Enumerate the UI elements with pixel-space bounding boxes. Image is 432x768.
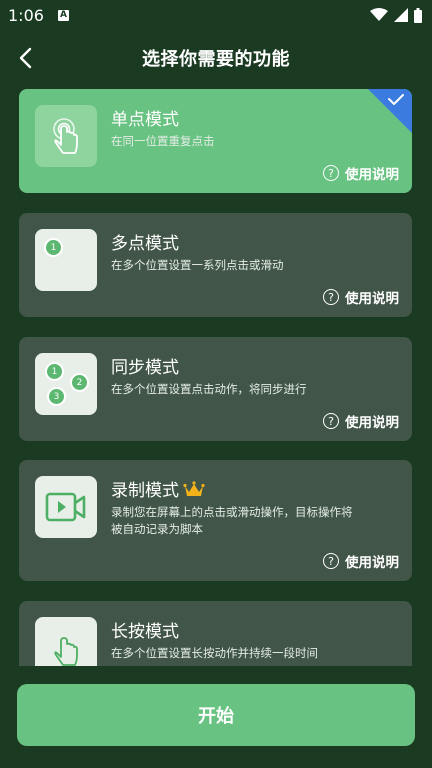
question-icon: ?: [323, 413, 339, 429]
question-icon: ?: [323, 553, 339, 569]
mode-description: 在多个位置设置长按动作并持续一段时间: [111, 646, 318, 660]
help-link[interactable]: ? 使用说明: [323, 551, 399, 571]
mode-name: 多点模式: [111, 234, 179, 254]
notification-icon: A: [57, 9, 69, 21]
help-link[interactable]: ? 使用说明: [323, 287, 399, 307]
start-button[interactable]: 开始: [17, 684, 415, 746]
signal-icon: [394, 8, 408, 22]
mode-name: 录制模式: [111, 476, 205, 501]
long-press-thumbnail: [35, 617, 97, 666]
video-camera-icon: [45, 492, 86, 522]
mode-card-long-press[interactable]: 长按模式 在多个位置设置长按动作并持续一段时间: [19, 601, 412, 666]
single-point-thumbnail: [35, 105, 97, 167]
mode-card-single-point[interactable]: 单点模式 在同一位置重复点击 ? 使用说明: [19, 89, 412, 193]
point-marker-1: 1: [44, 238, 63, 257]
question-icon: ?: [323, 165, 339, 181]
mode-list[interactable]: 单点模式 在同一位置重复点击 ? 使用说明 1 多点模式 在多个位置设置一系列点…: [0, 88, 432, 666]
question-icon: ?: [323, 289, 339, 305]
mode-name: 单点模式: [111, 110, 179, 130]
header: 选择你需要的功能: [0, 38, 432, 78]
selected-check-icon: [368, 89, 412, 133]
wifi-icon: [370, 8, 388, 21]
back-arrow-icon[interactable]: [14, 46, 38, 70]
multi-point-thumbnail: 1: [35, 229, 97, 291]
record-thumbnail: [35, 476, 97, 538]
help-link[interactable]: ? 使用说明: [323, 411, 399, 431]
point-marker-3: 3: [47, 387, 66, 406]
point-marker-2: 2: [70, 373, 89, 392]
tap-hand-icon: [53, 118, 78, 154]
mode-name: 同步模式: [111, 358, 179, 378]
mode-description: 录制您在屏幕上的点击或滑动操作，目标操作将被自动记录为脚本: [111, 505, 353, 536]
mode-name: 长按模式: [111, 622, 179, 642]
help-link[interactable]: ? 使用说明: [323, 163, 399, 183]
battery-icon: [414, 7, 422, 23]
mode-description: 在同一位置重复点击: [111, 134, 215, 148]
sync-thumbnail: 1 2 3: [35, 353, 97, 415]
status-time: 1:06: [8, 5, 44, 25]
mode-description: 在多个位置设置一系列点击或滑动: [111, 258, 284, 272]
point-marker-1: 1: [45, 362, 64, 381]
page-title: 选择你需要的功能: [142, 49, 290, 70]
mode-description: 在多个位置设置点击动作，将同步进行: [111, 382, 307, 396]
status-bar: 1:06 A: [0, 0, 432, 30]
press-hand-icon: [54, 637, 78, 666]
mode-card-sync[interactable]: 1 2 3 同步模式 在多个位置设置点击动作，将同步进行 ? 使用说明: [19, 337, 412, 441]
mode-card-multi-point[interactable]: 1 多点模式 在多个位置设置一系列点击或滑动 ? 使用说明: [19, 213, 412, 317]
crown-icon: [183, 480, 205, 496]
mode-card-record[interactable]: 录制模式 录制您在屏幕上的点击或滑动操作，目标操作将被自动记录为脚本 ? 使用说…: [19, 460, 412, 581]
